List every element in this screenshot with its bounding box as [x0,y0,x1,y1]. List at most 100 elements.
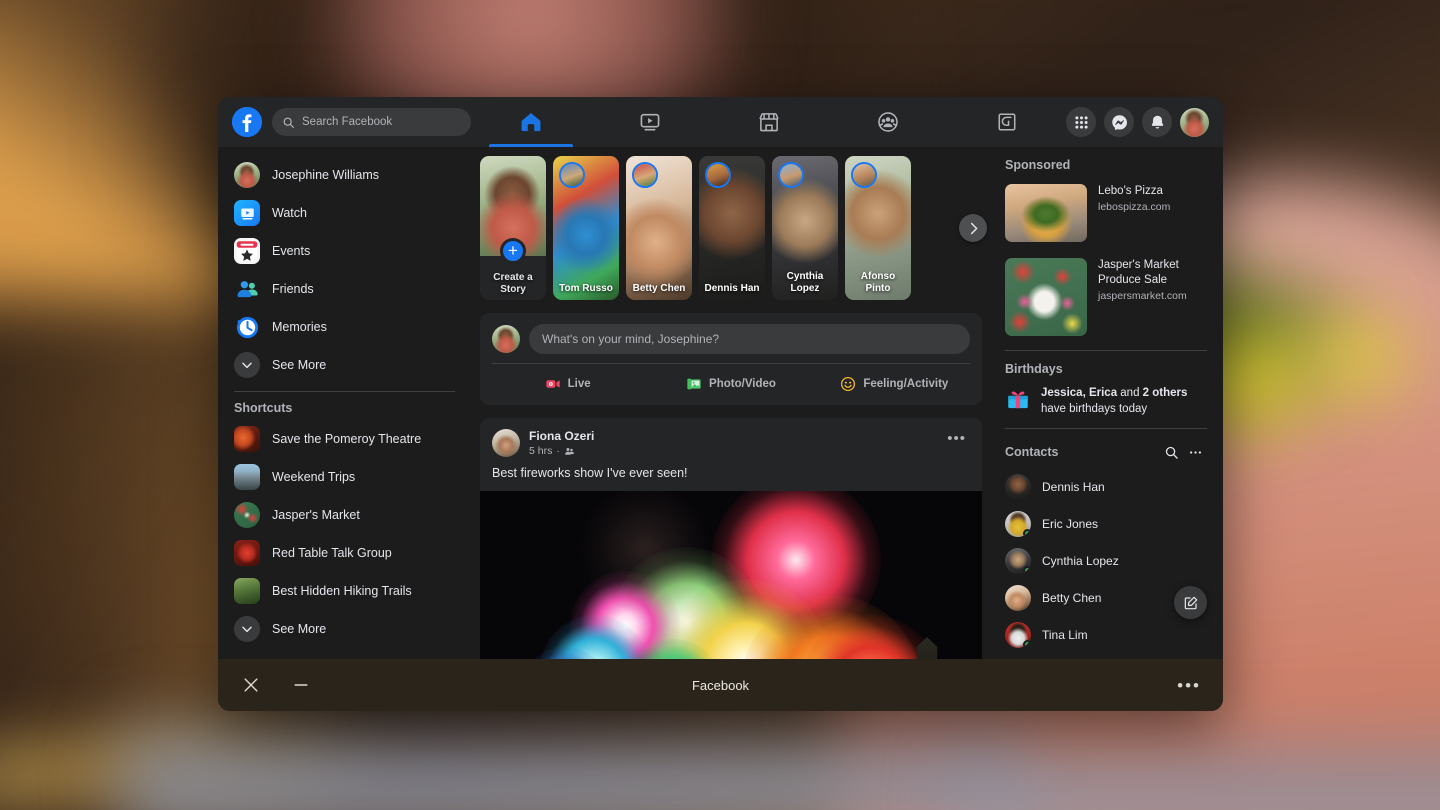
shortcut-hiking-trails[interactable]: Best Hidden Hiking Trails [228,572,463,610]
post-menu-button[interactable]: ••• [943,429,970,448]
memories-icon [234,314,260,340]
sidebar-item-profile[interactable]: Josephine Williams [228,156,463,194]
composer-live-button[interactable]: Live [486,369,649,399]
fireworks-photo[interactable] [480,491,982,659]
tab-video[interactable] [600,97,700,147]
composer-input[interactable]: What's on your mind, Josephine? [529,324,970,354]
composer-action-label: Live [568,378,591,390]
right-divider [1005,428,1207,429]
chevron-right-icon [966,221,981,236]
top-navigation-bar: Search Facebook [218,97,1223,147]
eric-jones-avatar [1005,511,1031,537]
contact-row[interactable]: Eric Jones [1001,505,1211,542]
sidebar-see-more-button[interactable]: See More [228,346,463,384]
shortcut-weekend-trips[interactable]: Weekend Trips [228,458,463,496]
composer-feeling-activity-button[interactable]: Feeling/Activity [813,369,976,399]
contact-name: Tina Lim [1042,628,1088,642]
betty-chen-avatar [1005,585,1031,611]
tab-marketplace[interactable] [719,97,819,147]
contacts-more-button[interactable] [1183,440,1207,464]
window-more-button[interactable]: ••• [1177,677,1201,694]
contact-row[interactable]: Dennis Han [1001,468,1211,505]
story-author-name: Cynthia Lopez [776,271,834,294]
contact-row[interactable]: Cynthia Lopez [1001,542,1211,579]
composer-photo-video-button[interactable]: Photo/Video [649,369,812,399]
tab-home[interactable] [481,97,581,147]
story-card[interactable]: Afonso Pinto [845,156,911,300]
shortcuts-see-more-button[interactable]: See More [228,610,463,648]
contacts-header: Contacts [1001,438,1211,468]
stories-tray: + Create a Story Tom Russo Betty Chen [480,156,982,300]
events-icon [234,238,260,264]
sidebar-item-events[interactable]: Events [228,232,463,270]
new-message-button[interactable] [1174,586,1207,619]
lebos-pizza-ad-image [1005,184,1087,242]
close-button[interactable] [240,674,262,696]
birthday-text: Jessica, Erica and 2 others have birthda… [1041,385,1207,417]
contact-name: Eric Jones [1042,517,1098,531]
groups-icon [876,110,900,134]
shortcut-red-table-talk[interactable]: Red Table Talk Group [228,534,463,572]
search-icon [1164,445,1179,460]
sidebar-item-label: Josephine Williams [272,168,379,182]
tab-gaming[interactable] [957,97,1057,147]
create-story-label: Create a Story [484,272,542,295]
story-author-name: Afonso Pinto [849,271,907,294]
contacts-search-button[interactable] [1159,440,1183,464]
birthday-and: and [1117,387,1143,399]
story-card[interactable]: Betty Chen [626,156,692,300]
shortcut-pomeroy-theatre[interactable]: Save the Pomeroy Theatre [228,420,463,458]
story-card[interactable]: Dennis Han [699,156,765,300]
close-icon [241,675,261,695]
ellipsis-icon [1188,445,1203,460]
sidebar-item-watch[interactable]: Watch [228,194,463,232]
josephine-williams-avatar [1180,108,1209,137]
search-placeholder: Search Facebook [302,116,392,128]
composer-placeholder: What's on your mind, Josephine? [542,332,719,346]
birthday-tail: have birthdays today [1041,403,1147,415]
birthday-notice[interactable]: Jessica, Erica and 2 others have birthda… [1001,383,1211,419]
app-body: Josephine Williams Watch [218,147,1223,659]
post-author-name[interactable]: Fiona Ozeri [529,429,934,443]
menu-grid-button[interactable] [1066,107,1096,137]
story-card[interactable]: Tom Russo [553,156,619,300]
sidebar-item-friends[interactable]: Friends [228,270,463,308]
sidebar-divider [234,391,455,392]
contact-row[interactable]: Tina Lim [1001,616,1211,653]
contacts-heading: Contacts [1005,445,1159,459]
minimize-icon [291,675,311,695]
marketplace-icon [757,110,781,134]
gaming-icon [995,110,1019,134]
messenger-button[interactable] [1104,107,1134,137]
jaspers-market-ad-image [1005,258,1087,336]
minimize-button[interactable] [290,674,312,696]
search-input[interactable]: Search Facebook [272,108,471,136]
composer-avatar [492,325,520,353]
notifications-bell-icon [1149,114,1166,131]
dennis-han-avatar [1005,474,1031,500]
chevron-down-icon [234,616,260,642]
account-avatar[interactable] [1180,108,1209,137]
story-card[interactable]: Cynthia Lopez [772,156,838,300]
sidebar-item-memories[interactable]: Memories [228,308,463,346]
story-author-name: Betty Chen [630,283,688,295]
ad-title: Jasper's Market Produce Sale [1098,258,1207,288]
shortcut-label: Weekend Trips [272,470,355,484]
active-tab-underline [489,144,573,147]
sponsored-ad[interactable]: Jasper's Market Produce Sale jaspersmark… [1001,253,1211,341]
tab-groups[interactable] [838,97,938,147]
shortcut-label: Jasper's Market [272,508,360,522]
shortcut-jaspers-market[interactable]: Jasper's Market [228,496,463,534]
contact-name: Dennis Han [1042,480,1105,494]
create-story-card[interactable]: + Create a Story [480,156,546,300]
sponsored-ad[interactable]: Lebo's Pizza lebospizza.com [1001,179,1211,247]
facebook-logo[interactable] [232,107,262,137]
notifications-button[interactable] [1142,107,1172,137]
stories-next-button[interactable] [959,214,987,242]
friends-icon [234,276,260,302]
sidebar-item-label: Watch [272,206,307,220]
post-meta-separator: · [556,445,560,457]
friends-audience-icon [564,446,575,457]
post-author-avatar[interactable] [492,429,520,457]
contact-name: Betty Chen [1042,591,1101,605]
